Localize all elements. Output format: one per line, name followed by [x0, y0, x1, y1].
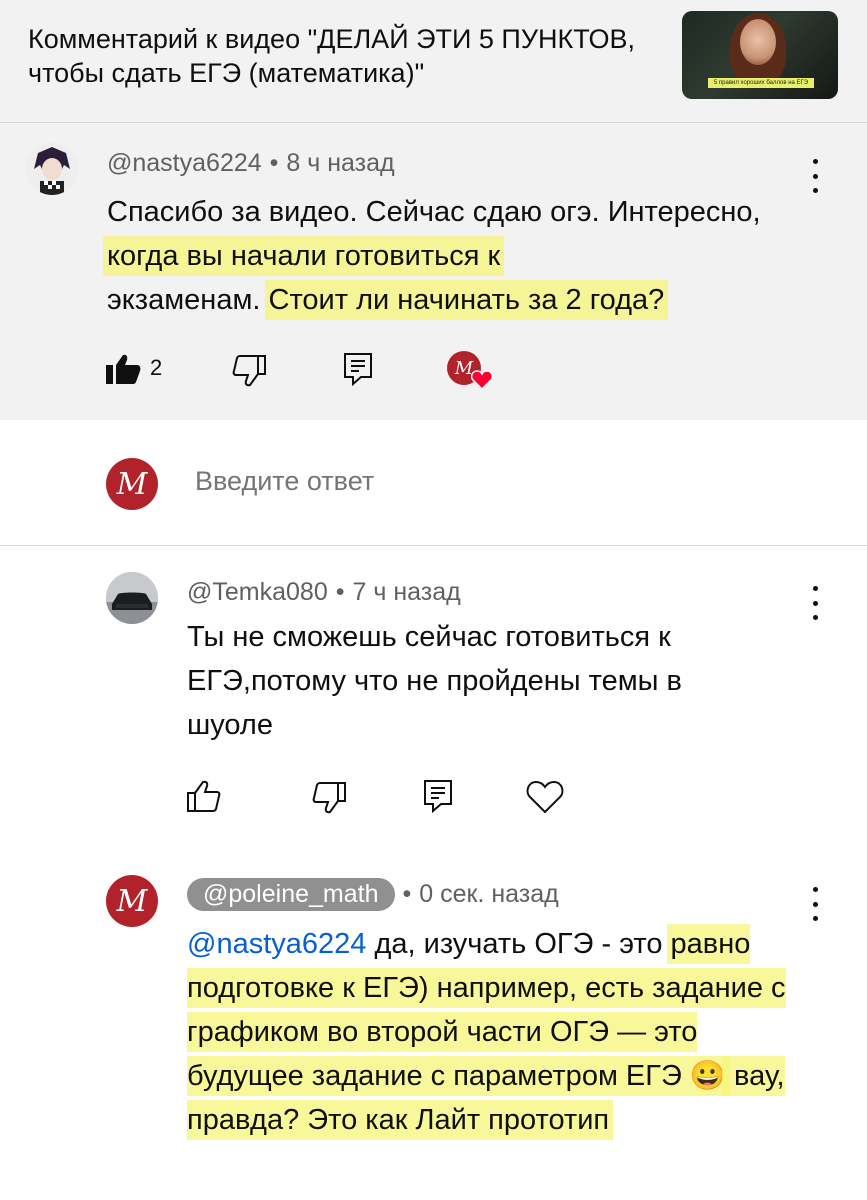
more-options-icon[interactable]: [811, 159, 819, 193]
reply-text: Ты не сможешь сейчас готовиться к ЕГЭ,по…: [187, 621, 682, 741]
comment-time: 8 ч назад: [286, 149, 395, 177]
reply-text: @nastya6224 да, изучать ОГЭ - это равно …: [187, 928, 786, 1136]
reply-meta: @poleine_math • 0 сек. назад: [187, 878, 559, 911]
like-count: 2: [150, 355, 163, 380]
reply-input[interactable]: [195, 466, 695, 497]
heart-outline-icon[interactable]: [526, 780, 564, 814]
reply-icon[interactable]: [423, 779, 453, 813]
reply-icon[interactable]: [343, 352, 373, 386]
more-options-icon[interactable]: [811, 586, 819, 620]
grinning-emoji: 😀: [689, 1060, 726, 1092]
like-filled-icon[interactable]: [105, 353, 141, 385]
more-options-icon[interactable]: [811, 887, 819, 921]
avatar[interactable]: M: [106, 875, 158, 927]
comment-text: Спасибо за видео. Сейчас сдаю огэ. Интер…: [107, 196, 761, 316]
dislike-icon[interactable]: [312, 782, 346, 814]
thumbnail-caption: 5 правил хороших баллов на ЕГЭ: [708, 78, 814, 88]
comment-meta: @nastya6224 • 8 ч назад: [107, 149, 395, 177]
mention-link[interactable]: @nastya6224: [187, 928, 366, 960]
user-avatar[interactable]: M: [106, 458, 158, 510]
reply-time: 0 сек. назад: [419, 880, 559, 908]
avatar[interactable]: [106, 572, 158, 624]
divider: [0, 545, 867, 546]
dislike-icon[interactable]: [232, 355, 266, 387]
video-title[interactable]: Комментарий к видео "ДЕЛАЙ ЭТИ 5 ПУНКТОВ…: [28, 22, 668, 90]
video-thumbnail[interactable]: 5 правил хороших баллов на ЕГЭ: [682, 11, 838, 99]
video-header: Комментарий к видео "ДЕЛАЙ ЭТИ 5 ПУНКТОВ…: [0, 0, 867, 122]
selected-comment: @nastya6224 • 8 ч назад Спасибо за видео. …: [0, 123, 867, 420]
comment-author[interactable]: @nastya6224: [107, 149, 262, 177]
reply-author-chip[interactable]: @poleine_math: [187, 878, 395, 911]
reply-author[interactable]: @Temka080: [187, 578, 328, 606]
reply-meta: @Temka080 • 7 ч назад: [187, 578, 461, 606]
reply-time: 7 ч назад: [352, 578, 461, 606]
like-icon[interactable]: [187, 780, 221, 812]
avatar[interactable]: [26, 143, 78, 195]
heart-icon: [471, 370, 493, 390]
